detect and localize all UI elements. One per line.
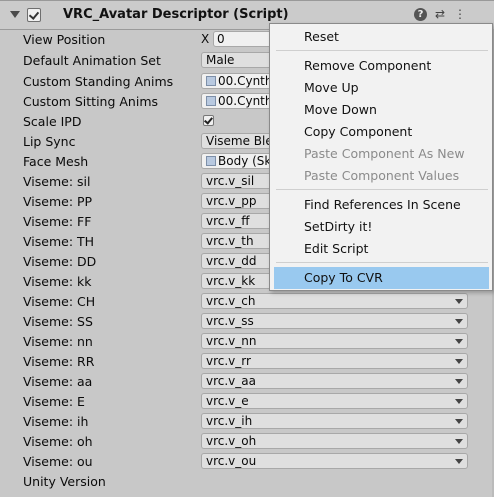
viseme-row: Viseme: RR vrc.v_rr bbox=[0, 352, 494, 372]
unity-version-label: Unity Version bbox=[23, 474, 106, 489]
lip-sync-value: Viseme Ble bbox=[206, 134, 273, 148]
viseme-row: Viseme: E vrc.v_e bbox=[0, 392, 494, 412]
menu-item-reset[interactable]: Reset bbox=[270, 26, 492, 48]
animator-override-icon bbox=[206, 76, 216, 86]
viseme-value: vrc.v_oh bbox=[206, 434, 257, 448]
viseme-label: Viseme: TH bbox=[23, 234, 95, 249]
viseme-label: Viseme: FF bbox=[23, 214, 92, 229]
viseme-value: vrc.v_ff bbox=[206, 214, 250, 228]
viseme-row: Viseme: nn vrc.v_nn bbox=[0, 332, 494, 352]
viseme-value: vrc.v_rr bbox=[206, 354, 251, 368]
lip-sync-label: Lip Sync bbox=[23, 134, 76, 149]
viseme-label: Viseme: PP bbox=[23, 194, 93, 209]
viseme-value: vrc.v_e bbox=[206, 394, 249, 408]
view-position-x-label: X bbox=[201, 32, 210, 46]
standing-anims-label: Custom Standing Anims bbox=[23, 74, 174, 89]
viseme-value: vrc.v_aa bbox=[206, 374, 256, 388]
menu-separator bbox=[276, 189, 488, 190]
viseme-label: Viseme: E bbox=[23, 394, 85, 409]
viseme-label: Viseme: ou bbox=[23, 454, 93, 469]
viseme-dropdown[interactable]: vrc.v_ou bbox=[201, 453, 468, 469]
sitting-anims-value: 00.Cynth bbox=[218, 94, 273, 108]
viseme-label: Viseme: RR bbox=[23, 354, 95, 369]
viseme-row: Viseme: ou vrc.v_ou bbox=[0, 452, 494, 472]
viseme-dropdown[interactable]: vrc.v_ih bbox=[201, 413, 468, 429]
viseme-label: Viseme: aa bbox=[23, 374, 93, 389]
menu-item-move-down[interactable]: Move Down bbox=[270, 99, 492, 121]
viseme-value: vrc.v_nn bbox=[206, 334, 257, 348]
viseme-row: Viseme: CH vrc.v_ch bbox=[0, 292, 494, 312]
sitting-anims-label: Custom Sitting Anims bbox=[23, 94, 159, 109]
viseme-row: Viseme: aa vrc.v_aa bbox=[0, 372, 494, 392]
viseme-label: Viseme: nn bbox=[23, 334, 93, 349]
viseme-value: vrc.v_ih bbox=[206, 414, 253, 428]
scale-ipd-label: Scale IPD bbox=[23, 114, 82, 129]
viseme-dropdown[interactable]: vrc.v_rr bbox=[201, 353, 468, 369]
preset-icon[interactable]: ⇄ bbox=[433, 7, 447, 21]
view-position-x-field[interactable]: 0 bbox=[213, 31, 273, 47]
viseme-dropdown[interactable]: vrc.v_oh bbox=[201, 433, 468, 449]
chevron-down-icon bbox=[455, 339, 463, 344]
viseme-label: Viseme: ih bbox=[23, 414, 89, 429]
viseme-value: vrc.v_ch bbox=[206, 294, 256, 308]
menu-item-remove-component[interactable]: Remove Component bbox=[270, 55, 492, 77]
viseme-dropdown[interactable]: vrc.v_aa bbox=[201, 373, 468, 389]
help-icon[interactable]: ? bbox=[414, 8, 427, 21]
viseme-label: Viseme: oh bbox=[23, 434, 93, 449]
inspector-panel: VRC_Avatar Descriptor (Script) ? ⇄ ⋮ Vie… bbox=[0, 0, 494, 497]
menu-item-move-up[interactable]: Move Up bbox=[270, 77, 492, 99]
standing-anims-value: 00.Cynth bbox=[218, 74, 273, 88]
animator-override-icon bbox=[206, 96, 216, 106]
chevron-down-icon bbox=[455, 299, 463, 304]
unity-version-row: Unity Version bbox=[0, 472, 494, 492]
viseme-label: Viseme: kk bbox=[23, 274, 92, 289]
face-mesh-label: Face Mesh bbox=[23, 154, 89, 169]
menu-separator bbox=[276, 50, 488, 51]
viseme-dropdown[interactable]: vrc.v_ss bbox=[201, 313, 468, 329]
menu-separator bbox=[276, 262, 488, 263]
viseme-dropdown[interactable]: vrc.v_ch bbox=[201, 293, 468, 309]
menu-item-paste-component-as-new: Paste Component As New bbox=[304, 146, 465, 161]
viseme-label: Viseme: sil bbox=[23, 174, 91, 189]
menu-item-copy-to-cvr[interactable]: Copy To CVR bbox=[274, 267, 489, 289]
viseme-value: vrc.v_dd bbox=[206, 254, 257, 268]
viseme-label: Viseme: CH bbox=[23, 294, 96, 309]
chevron-down-icon bbox=[455, 359, 463, 364]
face-mesh-value: Body (Sk bbox=[218, 154, 272, 168]
viseme-value: vrc.v_pp bbox=[206, 194, 257, 208]
view-position-label: View Position bbox=[23, 32, 106, 47]
scale-ipd-checkbox[interactable] bbox=[203, 115, 214, 126]
viseme-label: Viseme: SS bbox=[23, 314, 93, 329]
viseme-value: vrc.v_kk bbox=[206, 274, 256, 288]
animation-set-label: Default Animation Set bbox=[23, 53, 161, 68]
skinned-mesh-icon bbox=[206, 156, 216, 166]
viseme-dropdown[interactable]: vrc.v_nn bbox=[201, 333, 468, 349]
menu-item-setdirty-it[interactable]: SetDirty it! bbox=[270, 216, 492, 238]
chevron-down-icon bbox=[455, 459, 463, 464]
viseme-dropdown[interactable]: vrc.v_e bbox=[201, 393, 468, 409]
foldout-arrow-icon[interactable] bbox=[10, 11, 20, 18]
context-menu: Reset Remove Component Move Up Move Down Cop… bbox=[269, 23, 493, 291]
more-options-icon[interactable]: ⋮ bbox=[453, 7, 467, 21]
viseme-row: Viseme: oh vrc.v_oh bbox=[0, 432, 494, 452]
viseme-value: vrc.v_sil bbox=[206, 174, 255, 188]
menu-item-find-references-in-scene[interactable]: Find References In Scene bbox=[270, 194, 492, 216]
component-enabled-checkbox[interactable] bbox=[27, 8, 41, 22]
component-title: VRC_Avatar Descriptor (Script) bbox=[63, 7, 289, 22]
viseme-row: Viseme: SS vrc.v_ss bbox=[0, 312, 494, 332]
chevron-down-icon bbox=[455, 419, 463, 424]
viseme-value: vrc.v_ou bbox=[206, 454, 257, 468]
chevron-down-icon bbox=[455, 439, 463, 444]
viseme-value: vrc.v_th bbox=[206, 234, 254, 248]
viseme-row: Viseme: ih vrc.v_ih bbox=[0, 412, 494, 432]
animation-set-value: Male bbox=[206, 53, 235, 67]
chevron-down-icon bbox=[455, 379, 463, 384]
menu-item-edit-script[interactable]: Edit Script bbox=[270, 238, 492, 260]
menu-item-paste-component-values: Paste Component Values bbox=[304, 168, 460, 183]
chevron-down-icon bbox=[455, 399, 463, 404]
viseme-value: vrc.v_ss bbox=[206, 314, 254, 328]
viseme-label: Viseme: DD bbox=[23, 254, 97, 269]
menu-item-copy-component[interactable]: Copy Component bbox=[270, 121, 492, 143]
chevron-down-icon bbox=[455, 319, 463, 324]
